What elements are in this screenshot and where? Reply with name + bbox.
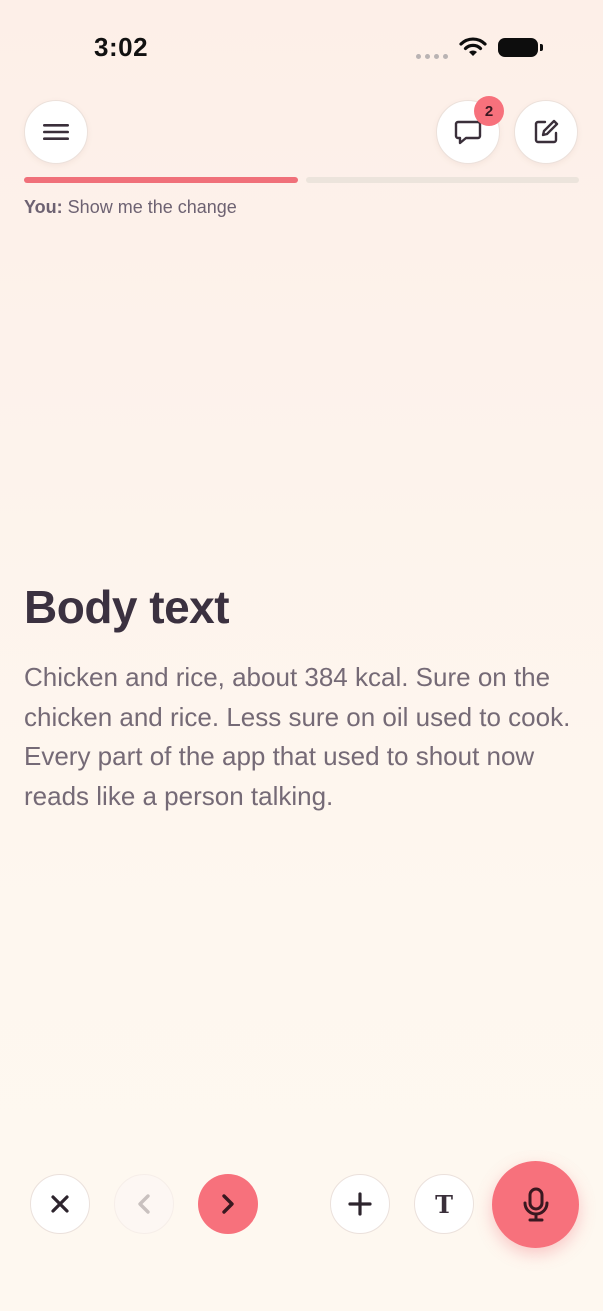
next-button[interactable] (198, 1174, 258, 1234)
transcript-text: Show me the change (67, 197, 237, 217)
speaker-label: You: (24, 197, 63, 217)
menu-button[interactable] (24, 100, 88, 164)
chevron-left-icon (138, 1194, 150, 1214)
text-format-icon: T (435, 1189, 453, 1219)
battery-icon (498, 38, 543, 57)
progress-segment-remaining (306, 177, 579, 183)
progress-segment-done (24, 177, 298, 183)
cellular-signal-icon (416, 54, 448, 59)
card-title: Body text (24, 581, 230, 633)
step-progress (24, 177, 579, 183)
menu-icon (43, 124, 69, 140)
compose-icon (534, 119, 559, 144)
close-button[interactable] (30, 1174, 90, 1234)
plus-icon (348, 1192, 372, 1216)
add-button[interactable] (330, 1174, 390, 1234)
compose-button[interactable] (514, 100, 578, 164)
previous-button[interactable] (114, 1174, 174, 1234)
wifi-icon (458, 36, 488, 63)
user-transcript: You: Show me the change (24, 197, 237, 218)
microphone-button[interactable] (492, 1161, 579, 1248)
status-bar: 3:02 (0, 0, 603, 96)
text-input-button[interactable]: T (414, 1174, 474, 1234)
close-icon (51, 1195, 69, 1213)
chevron-right-icon (222, 1194, 234, 1214)
status-time: 3:02 (94, 32, 149, 62)
card-body: Chicken and rice, about 384 kcal. Sure o… (24, 662, 571, 811)
notification-badge: 2 (474, 96, 504, 126)
microphone-icon (523, 1187, 548, 1221)
